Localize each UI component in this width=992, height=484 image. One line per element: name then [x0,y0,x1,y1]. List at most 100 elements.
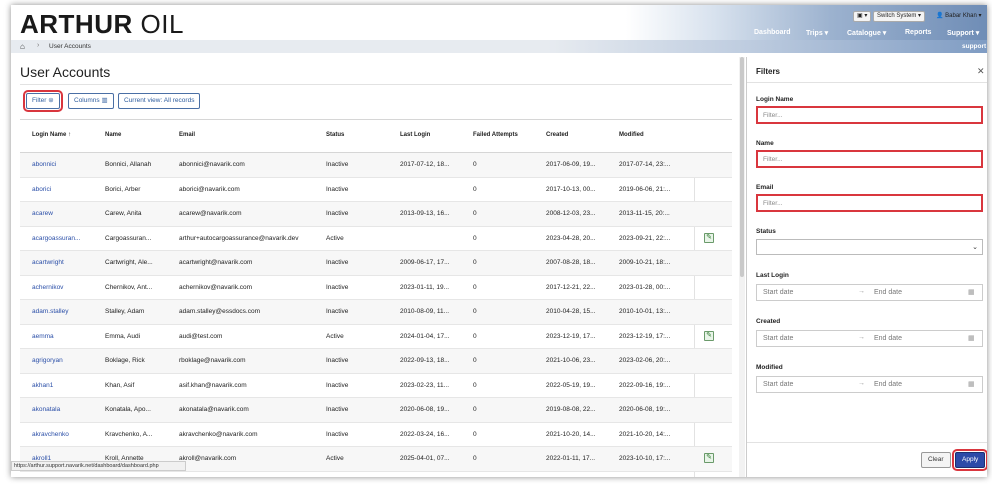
breadcrumb: ⌂ › User Accounts support [11,40,987,53]
cell-login-name[interactable]: aborici [32,186,51,193]
cell-name: Borici, Arber [105,185,141,193]
apply-button[interactable]: Apply [951,449,987,471]
end-date-input[interactable]: End date [874,381,902,388]
table-row[interactable]: acargoassuran... Cargoassuran... arthur+au… [20,227,732,251]
nav-dashboard[interactable]: Dashboard [754,29,791,36]
cell-status: Inactive [326,357,349,364]
table-row[interactable]: aborici Borici, Arber aborici@navarik.com I… [20,178,732,202]
cell-name: Stalley, Adam [105,308,145,315]
edit-icon[interactable]: ✎ [704,232,714,243]
table-row[interactable]: achernikov Chernikov, Ant... achernikov@na… [20,276,732,300]
cell-last-login: 2023-01-11, 19... [400,283,450,291]
monitor-dropdown[interactable]: ▣ ▾ [853,11,872,22]
close-icon[interactable]: ✕ [977,66,985,77]
header-modified[interactable]: Modified [619,132,644,138]
main-scrollbar[interactable] [739,57,745,477]
scrollbar-thumb[interactable] [740,57,744,277]
cell-login-name[interactable]: acargoassuran... [32,235,80,242]
calendar-icon[interactable]: ▦ [968,334,975,342]
table-row[interactable]: acartwright Cartwright, Ale... acartwright… [20,251,732,276]
header-failed-attempts[interactable]: Failed Attempts [473,132,518,138]
cell-name: Emma, Audi [105,332,141,340]
cell-status: Inactive [326,381,349,389]
cell-login-name[interactable]: acarew [32,210,53,217]
user-icon: 👤 [936,13,944,19]
end-date-input[interactable]: End date [874,289,902,296]
cell-failed-attempts: 0 [473,210,477,217]
end-date-input[interactable]: End date [874,335,902,342]
table-row[interactable]: akonatala Konatala, Apo... akonatala@navar… [20,398,732,423]
title-divider [20,84,732,85]
header-created[interactable]: Created [546,132,568,138]
table-row[interactable]: adam.stalley Stalley, Adam adam.stalley@es… [20,300,732,325]
login-name-filter-input[interactable] [756,106,983,124]
nav-trips[interactable]: Trips ▾ [806,29,828,37]
nav-support[interactable]: Support ▾ [947,29,979,37]
header-name[interactable]: Name [105,132,121,138]
table-row[interactable]: abonnici Bonnici, Allanah abonnici@navarik… [20,153,732,178]
name-filter-input[interactable] [756,150,983,168]
last-login-date-range[interactable]: Start date → End date ▦ [756,284,983,301]
cell-login-name[interactable]: akhan1 [32,382,53,389]
table-row[interactable]: akravchenko Kravchenko, A... akravchenko@n… [20,423,732,447]
status-select[interactable]: ⌄ [756,239,983,255]
start-date-input[interactable]: Start date [763,335,793,342]
columns-button[interactable]: Columns ▥ [68,93,114,109]
edit-icon[interactable]: ✎ [704,453,714,463]
cell-created: 2007-08-28, 18... [546,259,596,266]
columns-icon: ▥ [101,97,108,104]
cell-login-name[interactable]: acartwright [32,259,64,266]
cell-login-name[interactable]: aemma [32,333,54,340]
nav-support-label: Support [947,30,974,37]
home-icon[interactable]: ⌂ [20,42,25,51]
cell-login-name[interactable]: agrigoryan [32,357,63,364]
cell-last-login: 2013-09-13, 16... [400,210,450,217]
table-row[interactable]: akhan1 Khan, Asif asif.khan@navarik.com Ina… [20,374,732,398]
chevron-down-icon: ▾ [918,13,922,19]
table-row[interactable]: aemma Emma, Audi audi@test.com Active 2024-0… [20,325,732,349]
nav-catalogue[interactable]: Catalogue ▾ [847,29,886,37]
table-row[interactable]: agrigoryan Boklage, Rick rboklage@navarik.… [20,349,732,374]
cell-created: 2021-10-06, 23... [546,357,596,364]
header-status[interactable]: Status [326,132,344,138]
modified-date-range[interactable]: Start date → End date ▦ [756,376,983,393]
start-date-input[interactable]: Start date [763,289,793,296]
header-last-login[interactable]: Last Login [400,132,430,138]
cell-failed-attempts: 0 [473,381,477,389]
cell-login-name[interactable]: akonatala [32,406,60,413]
cell-status: Inactive [326,308,349,315]
arrow-right-icon: → [858,288,865,295]
header-email[interactable]: Email [179,132,195,138]
nav-catalogue-label: Catalogue [847,30,881,37]
cell-failed-attempts: 0 [473,332,477,340]
edit-icon[interactable]: ✎ [704,330,714,341]
cell-login-name[interactable]: abonnici [32,161,56,168]
cell-last-login: 2022-03-24, 16... [400,430,450,438]
current-view-button[interactable]: Current view: All records [118,93,201,109]
cell-login-name[interactable]: akravchenko [32,431,69,438]
table-row[interactable]: acarew Carew, Anita acarew@navarik.com Inac… [20,202,732,227]
email-filter-input[interactable] [756,194,983,212]
calendar-icon[interactable]: ▦ [968,288,975,296]
clear-button[interactable]: Clear [921,452,951,468]
cell-login-name[interactable]: achernikov [32,284,63,291]
cell-created: 2021-10-20, 14... [546,430,596,438]
cell-last-login: 2017-07-12, 18... [400,161,450,168]
cell-created: 2022-05-19, 19... [546,381,596,389]
header-login-name[interactable]: Login Name ↑ [32,132,71,138]
breadcrumb-support-link[interactable]: support [962,43,986,50]
cell-login-name[interactable]: adam.stalley [32,308,69,315]
start-date-input[interactable]: Start date [763,381,793,388]
filters-panel: Filters ✕ Login Name Name Email Status ⌄… [746,57,987,477]
last-login-label: Last Login [756,272,789,279]
created-date-range[interactable]: Start date → End date ▦ [756,330,983,347]
filter-button[interactable]: Filter ⊜ [23,90,63,112]
cell-name: Cartwright, Ale... [105,259,153,266]
switch-system-dropdown[interactable]: Switch System ▾ [873,11,926,22]
cell-modified: 2023-09-21, 22:... [619,234,671,242]
main-nav: Dashboard Trips ▾ Catalogue ▾ Reports Su… [11,27,987,41]
status-label: Status [756,228,776,235]
user-menu[interactable]: 👤 Babar Khan ▾ [932,11,986,22]
calendar-icon[interactable]: ▦ [968,380,975,388]
nav-reports[interactable]: Reports [905,29,931,36]
